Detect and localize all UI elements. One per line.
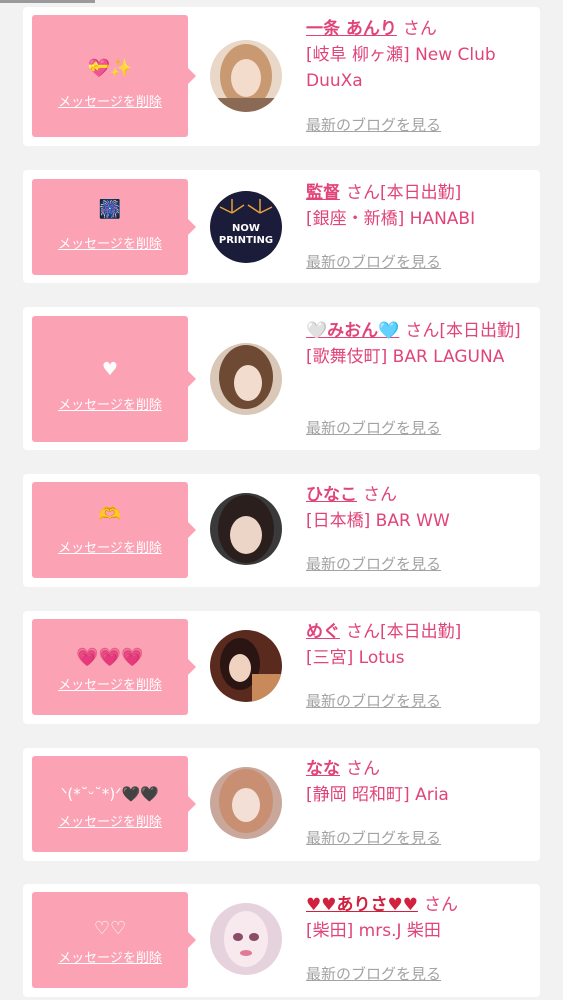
- message-bubble: ♡♡ メッセージを削除: [32, 892, 196, 988]
- sender-info: ♥♥ありさ♥♥ さん [柴田] mrs.J 柴田: [306, 892, 534, 944]
- delete-message-link[interactable]: メッセージを削除: [32, 815, 188, 831]
- status-label: [本日出勤]: [380, 183, 462, 203]
- honorific: さん: [346, 759, 380, 779]
- avatar[interactable]: NOW PRINTING: [210, 191, 282, 263]
- sender-name[interactable]: 監督: [306, 183, 340, 203]
- latest-blog-link[interactable]: 最新のブログを見る: [306, 692, 441, 710]
- message-emoji: ♥: [101, 359, 119, 380]
- scroll-indicator: [0, 0, 95, 3]
- sender-info: なな さん [静岡 昭和町] Aria: [306, 756, 534, 808]
- message-bubble: ᐠ(*˘ᵕ˘*)ᐟ🖤🖤 メッセージを削除: [32, 756, 196, 852]
- message-emoji: 🫶: [98, 504, 122, 525]
- latest-blog-link[interactable]: 最新のブログを見る: [306, 419, 441, 437]
- avatar-photo: [210, 630, 282, 702]
- message-emoji: 💗💗💗: [76, 647, 144, 668]
- avatar[interactable]: [210, 767, 282, 839]
- message-card: ᐠ(*˘ᵕ˘*)ᐟ🖤🖤 メッセージを削除 なな さん [静岡 昭和町] Aria …: [23, 748, 540, 861]
- sender-name[interactable]: 🤍みおん🩵: [306, 321, 399, 341]
- avatar[interactable]: [210, 343, 282, 415]
- avatar-placeholder: NOW PRINTING: [210, 191, 282, 263]
- latest-blog-link[interactable]: 最新のブログを見る: [306, 253, 441, 271]
- sender-info: 一条 あんり さん [岐阜 柳ヶ瀬] New Club DuuXa: [306, 16, 534, 94]
- sender-info: ひなこ さん [日本橋] BAR WW: [306, 482, 534, 534]
- now-printing-text: NOW: [232, 223, 260, 234]
- shop-name: [岐阜 柳ヶ瀬] New Club DuuXa: [306, 45, 496, 91]
- message-bubble: 🎆 メッセージを削除: [32, 179, 196, 275]
- delete-message-link[interactable]: メッセージを削除: [32, 398, 188, 414]
- message-card: ♥ メッセージを削除 🤍みおん🩵 さん[本日出勤] [歌舞伎町] BAR LAGU…: [23, 307, 540, 450]
- message-bubble: 🫶 メッセージを削除: [32, 482, 196, 578]
- avatar[interactable]: [210, 493, 282, 565]
- message-emoji: ♡♡: [93, 918, 127, 939]
- delete-message-link[interactable]: メッセージを削除: [32, 541, 188, 557]
- avatar[interactable]: [210, 40, 282, 112]
- sender-info: 監督 さん[本日出勤] [銀座・新橋] HANABI: [306, 180, 534, 232]
- shop-name: [銀座・新橋] HANABI: [306, 209, 476, 229]
- shop-name: [歌舞伎町] BAR LAGUNA: [306, 347, 505, 367]
- sender-info: 🤍みおん🩵 さん[本日出勤] [歌舞伎町] BAR LAGUNA: [306, 318, 534, 370]
- delete-message-link[interactable]: メッセージを削除: [32, 95, 188, 111]
- avatar[interactable]: [210, 630, 282, 702]
- avatar-photo: [210, 343, 282, 415]
- message-bubble: 💗💗💗 メッセージを削除: [32, 619, 196, 715]
- delete-message-link[interactable]: メッセージを削除: [32, 678, 188, 694]
- latest-blog-link[interactable]: 最新のブログを見る: [306, 116, 441, 134]
- shop-name: [日本橋] BAR WW: [306, 511, 450, 531]
- honorific: さん: [346, 183, 380, 203]
- honorific: さん: [402, 19, 437, 39]
- latest-blog-link[interactable]: 最新のブログを見る: [306, 555, 441, 573]
- message-bubble: 💝✨ メッセージを削除: [32, 15, 196, 137]
- avatar[interactable]: [210, 903, 282, 975]
- sender-info: めぐ さん[本日出勤] [三宮] Lotus: [306, 619, 534, 671]
- message-card: 💝✨ メッセージを削除 一条 あんり さん [岐阜 柳ヶ瀬] New Club D…: [23, 7, 540, 146]
- status-label: [本日出勤]: [380, 622, 462, 642]
- avatar-photo: [210, 493, 282, 565]
- sender-name[interactable]: ♥♥ありさ♥♥: [306, 895, 418, 915]
- honorific: さん: [363, 485, 397, 505]
- now-printing-text: PRINTING: [219, 235, 273, 246]
- avatar-photo: [210, 40, 282, 112]
- sender-name[interactable]: なな: [306, 759, 340, 779]
- sender-name[interactable]: ひなこ: [306, 485, 357, 505]
- message-emoji: 🎆: [98, 199, 122, 220]
- avatar-photo: [210, 767, 282, 839]
- message-card: 🫶 メッセージを削除 ひなこ さん [日本橋] BAR WW 最新のブログを見る: [23, 474, 540, 587]
- message-card: ♡♡ メッセージを削除 ♥♥ありさ♥♥ さん [柴田] mrs.J 柴田 最新のブ…: [23, 884, 540, 997]
- message-card: 💗💗💗 メッセージを削除 めぐ さん[本日出勤] [三宮] Lotus 最新のブロ…: [23, 611, 540, 724]
- sender-name[interactable]: 一条 あんり: [306, 19, 397, 39]
- latest-blog-link[interactable]: 最新のブログを見る: [306, 829, 441, 847]
- honorific: さん: [423, 895, 458, 915]
- shop-name: [三宮] Lotus: [306, 648, 405, 668]
- message-emoji: ᐠ(*˘ᵕ˘*)ᐟ🖤🖤: [61, 785, 159, 803]
- status-label: [本日出勤]: [439, 321, 521, 341]
- shop-name: [静岡 昭和町] Aria: [306, 785, 449, 805]
- delete-message-link[interactable]: メッセージを削除: [32, 237, 188, 253]
- sender-name[interactable]: めぐ: [306, 622, 340, 642]
- message-bubble: ♥ メッセージを削除: [32, 316, 196, 442]
- honorific: さん: [346, 622, 380, 642]
- message-card: 🎆 メッセージを削除 NOW PRINTING 監督 さん[本日出勤] [銀座・新…: [23, 170, 540, 283]
- avatar-photo: [210, 903, 282, 975]
- latest-blog-link[interactable]: 最新のブログを見る: [306, 965, 441, 983]
- delete-message-link[interactable]: メッセージを削除: [32, 951, 188, 967]
- message-emoji: 💝✨: [87, 58, 133, 79]
- shop-name: [柴田] mrs.J 柴田: [306, 921, 441, 941]
- honorific: さん: [405, 321, 440, 341]
